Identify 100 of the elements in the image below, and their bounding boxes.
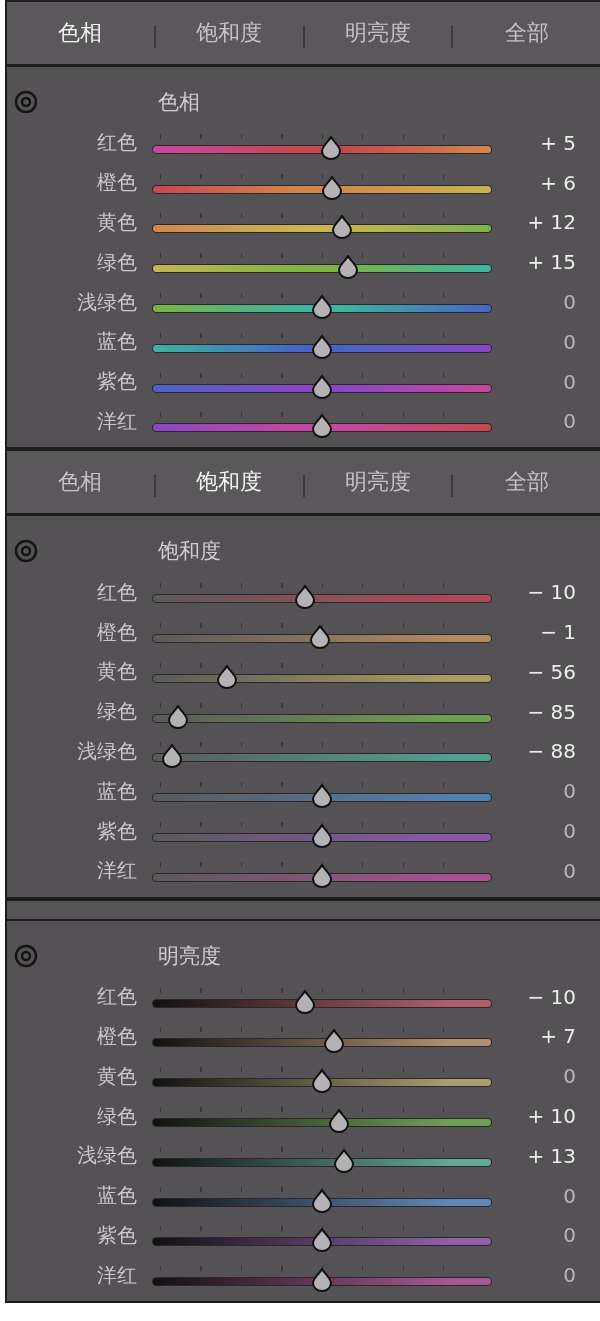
slider-label: 紫色	[97, 368, 138, 396]
slider-label: 洋红	[97, 407, 138, 435]
slider-value: 0	[563, 290, 577, 315]
tab[interactable]: 明亮度	[304, 12, 452, 54]
slider-thumb[interactable]	[311, 1188, 333, 1213]
section-title: 色相	[158, 89, 200, 116]
slider-label: 橙色	[97, 1022, 138, 1050]
slider-thumb[interactable]	[328, 1109, 350, 1134]
slider-label: 绿色	[97, 1102, 138, 1130]
slider-thumb[interactable]	[309, 625, 332, 650]
tab[interactable]: 饱和度	[155, 12, 303, 54]
slider-value: 0	[563, 369, 577, 394]
slider-value: − 10	[527, 580, 577, 605]
slider-thumb[interactable]	[215, 664, 238, 689]
slider-thumb[interactable]	[294, 585, 316, 610]
slider-thumb[interactable]	[322, 1029, 345, 1054]
slider-track[interactable]	[152, 713, 492, 723]
slider-thumb[interactable]	[336, 255, 359, 280]
slider-track[interactable]	[152, 1277, 492, 1287]
slider-label: 橙色	[97, 618, 138, 646]
slider-track[interactable]	[152, 423, 492, 433]
slider-track[interactable]	[152, 264, 492, 274]
slider-value: − 85	[527, 699, 577, 724]
section-title: 明亮度	[158, 942, 221, 970]
slider-track[interactable]	[152, 998, 492, 1008]
slider-track[interactable]	[152, 1197, 492, 1207]
slider-thumb[interactable]	[311, 784, 333, 809]
slider-thumb[interactable]	[311, 1268, 333, 1293]
tab[interactable]: 全部	[453, 12, 600, 54]
slider-label: 紫色	[97, 1221, 138, 1249]
tab[interactable]: 色相	[7, 461, 154, 504]
slider-thumb[interactable]	[319, 135, 342, 160]
slider-track[interactable]	[152, 1118, 492, 1128]
slider-thumb[interactable]	[311, 414, 333, 439]
slider-track[interactable]	[152, 184, 492, 194]
slider-label: 洋红	[97, 857, 138, 885]
tab[interactable]: 全部	[453, 461, 600, 504]
slider-value: 0	[563, 1183, 577, 1208]
slider-thumb[interactable]	[161, 744, 184, 769]
slider-thumb[interactable]	[294, 989, 316, 1014]
slider-label: 橙色	[97, 169, 138, 197]
slider-thumb[interactable]	[311, 824, 333, 849]
slider-track[interactable]	[152, 343, 492, 353]
slider-value: 0	[563, 1064, 577, 1089]
tab[interactable]: 色相	[7, 12, 154, 54]
slider-value: − 56	[527, 659, 577, 684]
slider-track[interactable]	[152, 1078, 492, 1088]
slider-track[interactable]	[152, 304, 492, 314]
slider-label: 蓝色	[97, 1182, 138, 1210]
slider-label: 红色	[97, 983, 138, 1011]
slider-track[interactable]	[152, 383, 492, 393]
section-title: 饱和度	[158, 538, 221, 566]
slider-value: 0	[563, 858, 577, 883]
slider-value: − 1	[540, 620, 577, 645]
slider-thumb[interactable]	[311, 295, 333, 320]
slider-value: 0	[563, 819, 577, 844]
slider-track[interactable]	[152, 673, 492, 683]
slider-label: 紫色	[97, 817, 138, 845]
slider-track[interactable]	[152, 1237, 492, 1247]
slider-value: − 88	[527, 739, 577, 764]
slider-track[interactable]	[152, 224, 492, 234]
slider-value: + 6	[540, 170, 577, 195]
slider-label: 蓝色	[97, 328, 138, 356]
slider-label: 浅绿色	[77, 1142, 138, 1170]
slider-label: 绿色	[97, 698, 138, 726]
slider-track[interactable]	[152, 793, 492, 803]
slider-value: 0	[563, 1223, 577, 1248]
slider-track[interactable]	[152, 1038, 492, 1048]
slider-track[interactable]	[152, 1157, 492, 1167]
slider-track[interactable]	[152, 594, 492, 604]
slider-value: + 12	[527, 210, 577, 235]
slider-label: 浅绿色	[77, 288, 138, 316]
slider-label: 绿色	[97, 248, 138, 276]
slider-label: 黄色	[97, 209, 138, 236]
slider-label: 黄色	[97, 658, 138, 686]
slider-track[interactable]	[152, 144, 492, 154]
slider-value: + 13	[527, 1143, 577, 1168]
slider-thumb[interactable]	[166, 704, 189, 729]
slider-thumb[interactable]	[311, 1228, 333, 1253]
slider-thumb[interactable]	[333, 1148, 356, 1173]
slider-thumb[interactable]	[311, 863, 333, 888]
slider-value: 0	[563, 1263, 577, 1288]
slider-thumb[interactable]	[321, 175, 344, 200]
slider-value: + 15	[527, 250, 577, 275]
slider-thumb[interactable]	[311, 334, 333, 359]
slider-value: 0	[563, 779, 577, 804]
slider-track[interactable]	[152, 753, 492, 763]
slider-label: 黄色	[97, 1062, 138, 1090]
slider-thumb[interactable]	[311, 374, 333, 399]
slider-track[interactable]	[152, 872, 492, 882]
slider-thumb[interactable]	[331, 215, 354, 240]
slider-track[interactable]	[152, 833, 492, 843]
slider-value: 0	[563, 329, 577, 354]
slider-value: 0	[563, 409, 577, 434]
slider-track[interactable]	[152, 634, 492, 644]
slider-label: 浅绿色	[77, 737, 138, 765]
tab[interactable]: 饱和度	[155, 461, 303, 504]
slider-thumb[interactable]	[311, 1069, 333, 1094]
slider-value: + 10	[527, 1104, 577, 1129]
tab[interactable]: 明亮度	[304, 461, 452, 504]
